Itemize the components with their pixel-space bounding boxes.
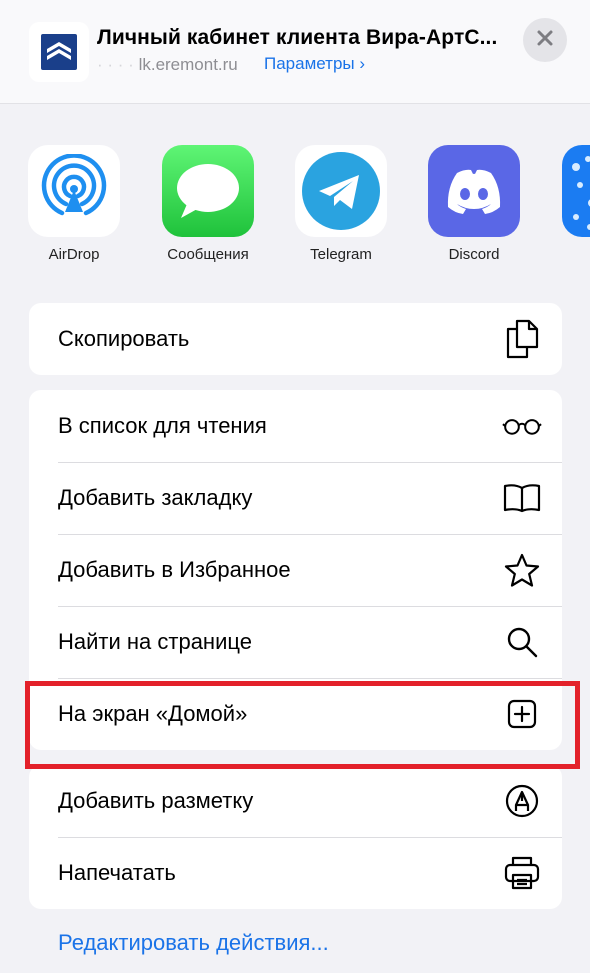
share-app-messages[interactable]: Сообщения <box>148 145 268 263</box>
glasses-icon <box>502 406 542 446</box>
copy-icon <box>502 319 542 359</box>
discord-icon <box>428 145 520 237</box>
telegram-icon <box>295 145 387 237</box>
partial-app-icon <box>562 145 590 237</box>
app-label: Сообщения <box>167 246 249 263</box>
actions-group-copy: Скопировать <box>29 303 562 375</box>
action-add-to-home-screen[interactable]: На экран «Домой» <box>29 678 562 750</box>
search-icon <box>502 622 542 662</box>
url-domain: lk.eremont.ru <box>138 55 238 74</box>
chevron-right-icon: › <box>359 54 366 73</box>
action-copy[interactable]: Скопировать <box>29 303 562 375</box>
url-redacted: · · · · <box>97 55 134 74</box>
share-app-discord[interactable]: Discord <box>414 145 534 263</box>
share-apps-row: AirDrop Сообщения Telegram Discord <box>0 103 590 283</box>
app-label: AirDrop <box>48 246 100 263</box>
action-label: Добавить закладку <box>58 485 253 510</box>
share-sheet-header: Личный кабинет клиента Вира-АртС... · · … <box>0 0 590 104</box>
share-app-airdrop[interactable]: AirDrop <box>14 145 134 263</box>
close-button[interactable] <box>523 18 567 62</box>
messages-icon <box>162 145 254 237</box>
actions-group-extra: Добавить разметку Напечатать <box>29 765 562 909</box>
actions-group-main: В список для чтения Добавить закладку До… <box>29 390 562 750</box>
site-favicon <box>29 22 89 82</box>
page-url: · · · · lk.eremont.ru <box>97 55 238 75</box>
share-app-telegram[interactable]: Telegram <box>281 145 401 263</box>
book-icon <box>502 478 542 518</box>
action-print[interactable]: Напечатать <box>29 837 562 909</box>
action-label: В список для чтения <box>58 413 267 438</box>
app-label: Discord <box>448 246 500 263</box>
action-label: Найти на странице <box>58 629 252 654</box>
action-add-favorites[interactable]: Добавить в Избранное <box>29 534 562 606</box>
action-label: Скопировать <box>58 326 190 351</box>
airdrop-icon <box>28 145 120 237</box>
star-icon <box>502 550 542 590</box>
action-label: На экран «Домой» <box>58 701 248 726</box>
action-label: Добавить в Избранное <box>58 557 291 582</box>
app-label: Telegram <box>310 246 372 263</box>
action-find-on-page[interactable]: Найти на странице <box>29 606 562 678</box>
share-app-partial[interactable] <box>546 145 590 237</box>
plus-square-icon <box>502 694 542 734</box>
action-add-bookmark[interactable]: Добавить закладку <box>29 462 562 534</box>
options-label: Параметры <box>264 54 355 73</box>
close-icon <box>536 29 554 52</box>
markup-icon <box>502 781 542 821</box>
action-add-markup[interactable]: Добавить разметку <box>29 765 562 837</box>
action-label: Напечатать <box>58 860 176 885</box>
printer-icon <box>502 853 542 893</box>
action-reading-list[interactable]: В список для чтения <box>29 390 562 462</box>
action-label: Добавить разметку <box>58 788 254 813</box>
options-link[interactable]: Параметры › <box>264 54 365 74</box>
page-title: Личный кабинет клиента Вира-АртС... <box>97 26 498 49</box>
edit-actions-link[interactable]: Редактировать действия... <box>58 930 329 956</box>
